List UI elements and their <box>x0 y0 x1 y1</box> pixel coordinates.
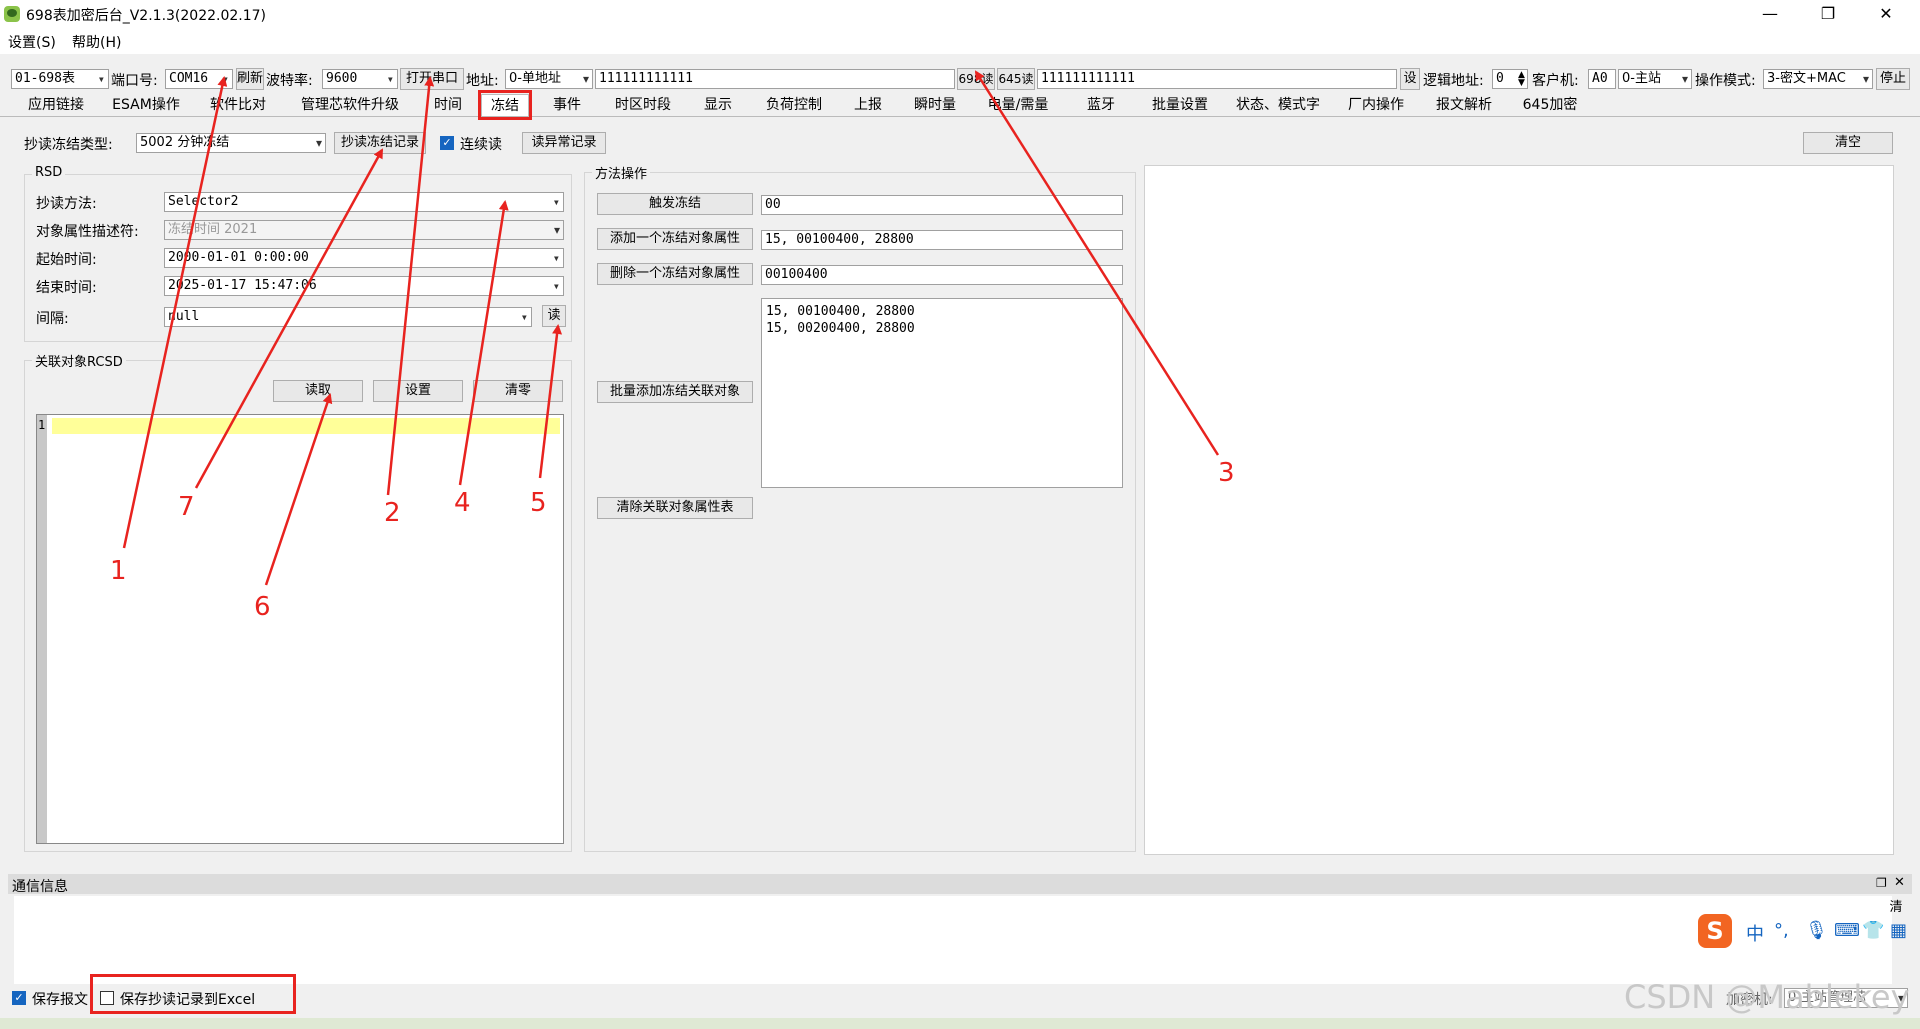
annotation-3: 3 <box>1218 458 1235 488</box>
arrow-5 <box>538 324 563 479</box>
annotation-5: 5 <box>530 488 547 518</box>
arrow-1 <box>122 76 228 549</box>
arrow-4 <box>458 200 509 486</box>
arrow-7 <box>194 148 384 489</box>
annotation-4: 4 <box>454 488 471 518</box>
annotation-2: 2 <box>384 498 401 528</box>
annotation-6: 6 <box>254 592 271 622</box>
arrow-3 <box>974 70 1220 456</box>
annotation-arrows <box>122 70 1220 586</box>
annotation-7: 7 <box>178 492 195 522</box>
annotation-1: 1 <box>110 556 127 586</box>
arrow-6 <box>264 393 333 586</box>
arrow-2 <box>386 76 435 496</box>
